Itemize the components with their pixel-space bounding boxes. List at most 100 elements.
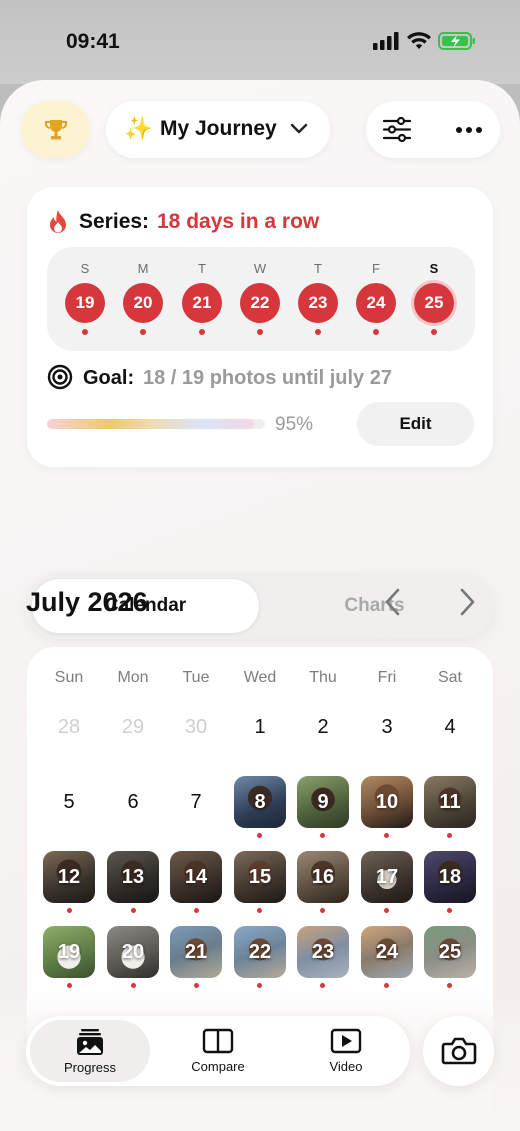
- streak-day[interactable]: 24: [356, 283, 396, 323]
- calendar-day-photo[interactable]: 11: [424, 776, 476, 828]
- target-icon: [47, 364, 73, 390]
- photo-dot: [67, 908, 72, 913]
- calendar-day-outside: 30: [184, 715, 208, 738]
- calendar-day-photo[interactable]: 20: [107, 926, 159, 978]
- calendar-day[interactable]: 5: [43, 776, 95, 828]
- streak-day[interactable]: 19: [65, 283, 105, 323]
- photo-dot: [67, 983, 72, 988]
- calendar-day[interactable]: 1: [234, 701, 286, 753]
- calendar-day-photo[interactable]: 18: [424, 851, 476, 903]
- calendar-day-photo[interactable]: 21: [170, 926, 222, 978]
- calendar-day-photo[interactable]: 16: [297, 851, 349, 903]
- weekday-label: M: [137, 261, 149, 276]
- camera-icon: [441, 1037, 476, 1065]
- calendar-day[interactable]: 2: [297, 701, 349, 753]
- nav-video-label: Video: [329, 1059, 363, 1074]
- sparkles-icon: ✨: [124, 115, 153, 141]
- chevron-left-icon[interactable]: [382, 587, 406, 617]
- calendar-day-photo[interactable]: 23: [297, 926, 349, 978]
- calendar-day-outside: 29: [121, 715, 145, 738]
- nav-compare-label: Compare: [191, 1059, 245, 1074]
- journey-selector[interactable]: ✨ My Journey: [106, 101, 330, 158]
- weekday-header: Tue: [182, 669, 210, 686]
- calendar-day-photo[interactable]: 8: [234, 776, 286, 828]
- calendar-day-photo[interactable]: 12: [43, 851, 95, 903]
- goal-percent: 95%: [275, 414, 314, 435]
- streak-day[interactable]: 20: [123, 283, 163, 323]
- calendar-day-photo[interactable]: 22: [234, 926, 286, 978]
- nav-progress-label: Progress: [63, 1059, 117, 1075]
- play-icon: [330, 1028, 362, 1054]
- calendar-day-photo[interactable]: 19: [43, 926, 95, 978]
- calendar-day-photo[interactable]: 15: [234, 851, 286, 903]
- nav-video[interactable]: Video: [286, 1016, 406, 1086]
- streak-day[interactable]: 23: [298, 283, 338, 323]
- bottom-navigation: Progress Compare Video: [26, 1016, 410, 1086]
- photo-dot: [320, 983, 325, 988]
- streak-day-today[interactable]: 25: [414, 283, 454, 323]
- photo-dot: [257, 329, 263, 335]
- weekday-header: Sat: [437, 669, 462, 686]
- photo-dot: [194, 908, 199, 913]
- photo-dot: [320, 833, 325, 838]
- weekday-label: W: [253, 261, 267, 276]
- calendar-day-photo[interactable]: 10: [361, 776, 413, 828]
- journey-title: My Journey: [160, 117, 277, 140]
- photo-dot: [384, 908, 389, 913]
- series-value: 18 days in a row: [157, 210, 320, 233]
- trophy-icon: [44, 119, 67, 139]
- status-bar: 09:41: [0, 0, 520, 84]
- battery-icon: [438, 32, 475, 50]
- calendar-day-photo[interactable]: 13: [107, 851, 159, 903]
- calendar-day[interactable]: 4: [424, 701, 476, 753]
- photo-dot: [315, 329, 321, 335]
- photo-dot: [199, 329, 205, 335]
- goal-progress-fill: [47, 419, 255, 429]
- weekday-label: T: [198, 261, 206, 276]
- goal-progress-bar: [47, 419, 265, 429]
- edit-goal-button[interactable]: Edit: [357, 402, 474, 446]
- photo-dot: [131, 983, 136, 988]
- streak-day[interactable]: 22: [240, 283, 280, 323]
- calendar-day[interactable]: 3: [361, 701, 413, 753]
- chevron-right-icon[interactable]: [454, 587, 478, 617]
- weekday-header: Thu: [309, 669, 337, 686]
- calendar-day[interactable]: 6: [107, 776, 159, 828]
- cellular-icon: [373, 32, 399, 50]
- photo-dot: [431, 329, 437, 335]
- photo-dot: [194, 983, 199, 988]
- photo-dot: [140, 329, 146, 335]
- calendar-day-photo[interactable]: 17: [361, 851, 413, 903]
- compare-icon: [202, 1028, 234, 1054]
- photo-dot: [257, 833, 262, 838]
- nav-progress[interactable]: Progress: [30, 1016, 150, 1086]
- photo-dot: [373, 329, 379, 335]
- calendar-day-photo[interactable]: 24: [361, 926, 413, 978]
- weekday-label: F: [372, 261, 380, 276]
- status-time: 09:41: [66, 30, 120, 53]
- calendar-day-outside: 28: [57, 715, 81, 738]
- streak-day[interactable]: 21: [182, 283, 222, 323]
- weekday-header: Fri: [377, 669, 397, 686]
- calendar-day-photo[interactable]: 25: [424, 926, 476, 978]
- calendar-day-photo[interactable]: 9: [297, 776, 349, 828]
- goal-label: Goal:: [83, 367, 135, 389]
- weekday-label-today: S: [429, 261, 439, 276]
- trophy-button[interactable]: [21, 101, 90, 158]
- weekday-header: Mon: [117, 669, 149, 686]
- chevron-down-icon: [290, 123, 308, 134]
- weekday-header: Wed: [243, 669, 277, 686]
- calendar-day-photo[interactable]: 14: [170, 851, 222, 903]
- photo-dot: [320, 908, 325, 913]
- photo-dot: [82, 329, 88, 335]
- nav-compare[interactable]: Compare: [158, 1016, 278, 1086]
- weekday-label: S: [80, 261, 90, 276]
- camera-button[interactable]: [423, 1016, 494, 1086]
- header-actions: [366, 101, 500, 158]
- calendar-day[interactable]: 7: [170, 776, 222, 828]
- photo-dot: [257, 908, 262, 913]
- sliders-icon[interactable]: [382, 116, 412, 143]
- flame-icon: [50, 210, 66, 233]
- week-streak: S M T W T F S 19 20 21 22 23 24 25: [47, 247, 475, 351]
- more-icon[interactable]: [455, 126, 483, 134]
